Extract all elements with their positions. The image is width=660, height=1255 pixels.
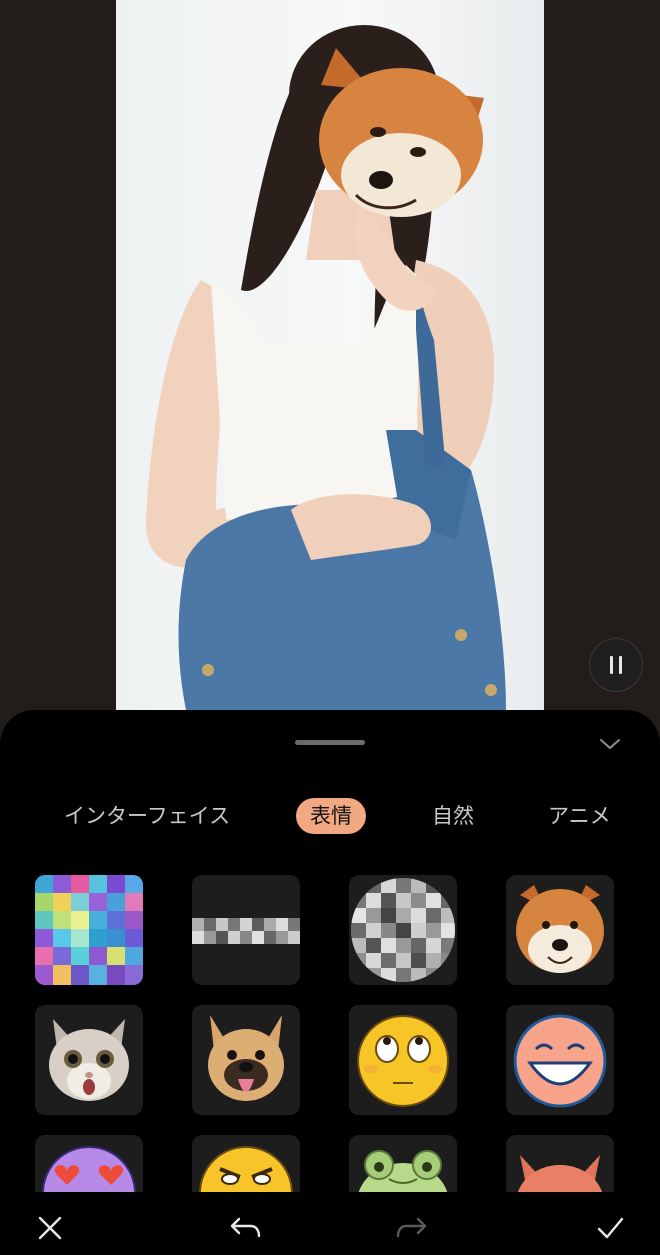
tab-anime[interactable]: アニメ (548, 798, 611, 834)
confirm-icon[interactable] (594, 1212, 626, 1244)
tab-interface[interactable]: インターフェイス (64, 798, 230, 834)
pause-button[interactable] (589, 638, 643, 692)
sheet-grabber[interactable] (295, 740, 365, 745)
sticker-sheet: インターフェイス 表情 自然 アニメ (0, 710, 660, 1255)
cat-face-sticker[interactable] (35, 1005, 143, 1115)
mosaic-bar-sticker[interactable] (192, 875, 300, 985)
chevron-down-icon[interactable] (598, 732, 622, 756)
pause-icon (610, 656, 613, 674)
frog-sticker[interactable] (349, 1135, 457, 1192)
mosaic-circle-sticker[interactable] (349, 875, 457, 985)
tab-expression[interactable]: 表情 (296, 798, 366, 834)
eye-roll-emoji-sticker[interactable] (349, 1005, 457, 1115)
heart-eyes-emoji-sticker[interactable] (35, 1135, 143, 1192)
tab-nature[interactable]: 自然 (432, 798, 474, 834)
mosaic-color-sticker[interactable] (35, 875, 143, 985)
angry-emoji-sticker[interactable] (192, 1135, 300, 1192)
fox-sticker[interactable] (506, 1135, 614, 1192)
sticker-grid (0, 870, 660, 1192)
undo-icon[interactable] (229, 1212, 261, 1244)
preview-photo[interactable] (116, 0, 544, 710)
grinning-emoji-sticker[interactable] (506, 1005, 614, 1115)
close-icon[interactable] (34, 1212, 66, 1244)
video-preview (0, 0, 660, 720)
french-bulldog-sticker[interactable] (192, 1005, 300, 1115)
redo-icon[interactable] (396, 1212, 428, 1244)
shiba-dog-sticker[interactable] (506, 875, 614, 985)
bottom-toolbar (0, 1198, 660, 1255)
category-tabs: インターフェイス 表情 自然 アニメ (0, 798, 660, 838)
